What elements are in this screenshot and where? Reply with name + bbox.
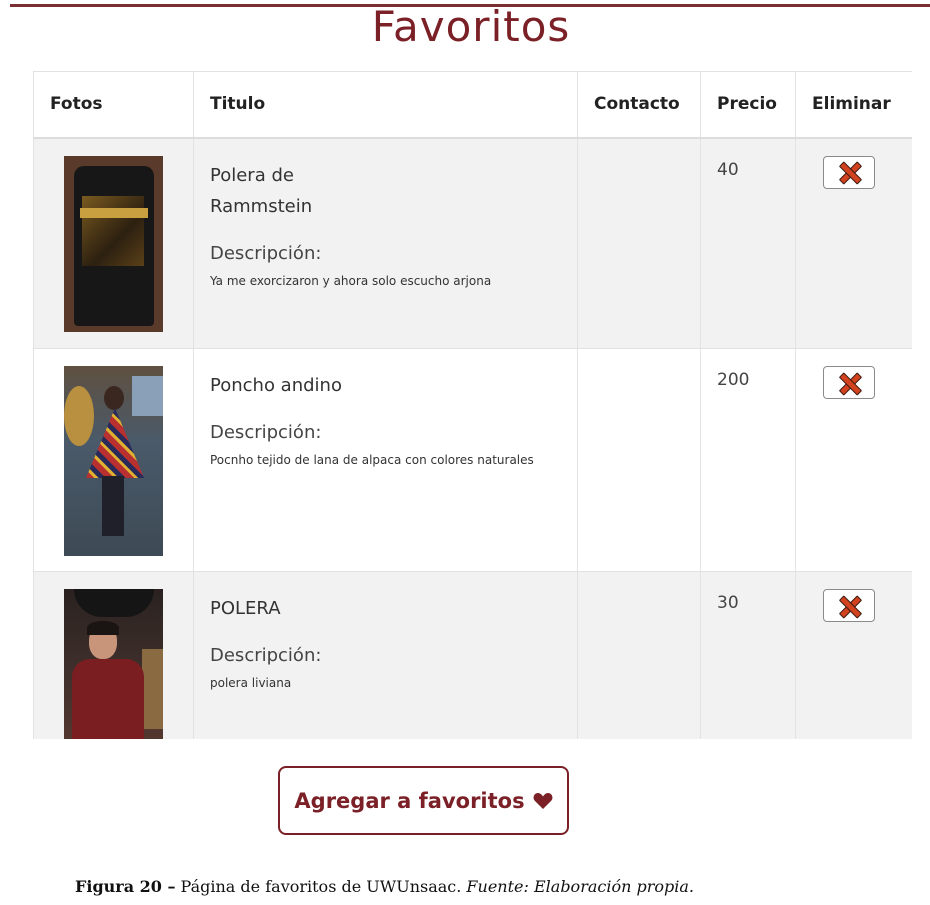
contact-cell: [577, 571, 701, 739]
header-fotos: Fotos: [33, 71, 194, 139]
table-row: Polera de Rammstein Descripción: Ya me e…: [33, 137, 912, 349]
page-title: Favoritos: [371, 2, 571, 51]
maroon-shirt-photo[interactable]: [64, 589, 163, 739]
favorites-table: Fotos Titulo Contacto Precio Eliminar Po…: [33, 71, 912, 739]
item-title: POLERA: [210, 598, 281, 619]
price-cell: 40: [700, 137, 796, 349]
description-label: Descripción:: [210, 242, 322, 264]
delete-button[interactable]: [823, 155, 875, 189]
description-text: Pocnho tejido de lana de alpaca con colo…: [210, 453, 534, 467]
red-x-icon: [838, 595, 860, 617]
delete-cell: [795, 348, 912, 572]
description-label: Descripción:: [210, 422, 322, 443]
andean-poncho-photo[interactable]: [64, 366, 163, 556]
description-text: polera liviana: [210, 676, 292, 690]
price-cell: 30: [700, 571, 796, 739]
caption-text: Página de favoritos de UWUnsaac.: [175, 877, 467, 896]
delete-button[interactable]: [823, 589, 875, 622]
title-cell: Polera de Rammstein Descripción: Ya me e…: [193, 137, 578, 349]
add-to-favorites-button[interactable]: Agregar a favoritos: [278, 766, 569, 835]
delete-cell: [795, 571, 912, 739]
title-cell: Poncho andino Descripción: Pocnho tejido…: [193, 348, 578, 572]
description-text: Ya me exorcizaron y ahora solo escucho a…: [210, 273, 492, 288]
red-x-icon: [838, 372, 860, 394]
figure-number: Figura 20 –: [75, 877, 176, 896]
table-row: POLERA Descripción: polera liviana 30: [33, 571, 912, 739]
header-eliminar: Eliminar: [795, 71, 912, 139]
description-label: Descripción:: [210, 645, 322, 666]
contact-cell: [577, 137, 701, 349]
header-precio: Precio: [700, 71, 796, 139]
photo-cell: [33, 571, 194, 739]
item-title: Polera de Rammstein: [210, 164, 313, 217]
price-cell: 200: [700, 348, 796, 572]
header-titulo: Titulo: [193, 71, 578, 139]
title-cell: POLERA Descripción: polera liviana: [193, 571, 578, 739]
add-to-favorites-label: Agregar a favoritos: [294, 788, 525, 813]
black-band-tshirt-photo[interactable]: [64, 155, 163, 332]
favorites-table-container[interactable]: Fotos Titulo Contacto Precio Eliminar Po…: [33, 71, 912, 739]
delete-cell: [795, 137, 912, 349]
figure-caption: Figura 20 – Página de favoritos de UWUns…: [75, 877, 694, 896]
heart-icon: [533, 792, 553, 809]
header-contacto: Contacto: [577, 71, 701, 139]
contact-cell: [577, 348, 701, 572]
red-x-icon: [838, 161, 860, 183]
photo-cell: [33, 137, 194, 349]
table-row: Poncho andino Descripción: Pocnho tejido…: [33, 348, 912, 572]
table-header-row: Fotos Titulo Contacto Precio Eliminar: [33, 71, 912, 139]
caption-source: Fuente: Elaboración propia.: [466, 877, 694, 896]
delete-button[interactable]: [823, 366, 875, 399]
item-title: Poncho andino: [210, 375, 342, 396]
photo-cell: [33, 348, 194, 572]
